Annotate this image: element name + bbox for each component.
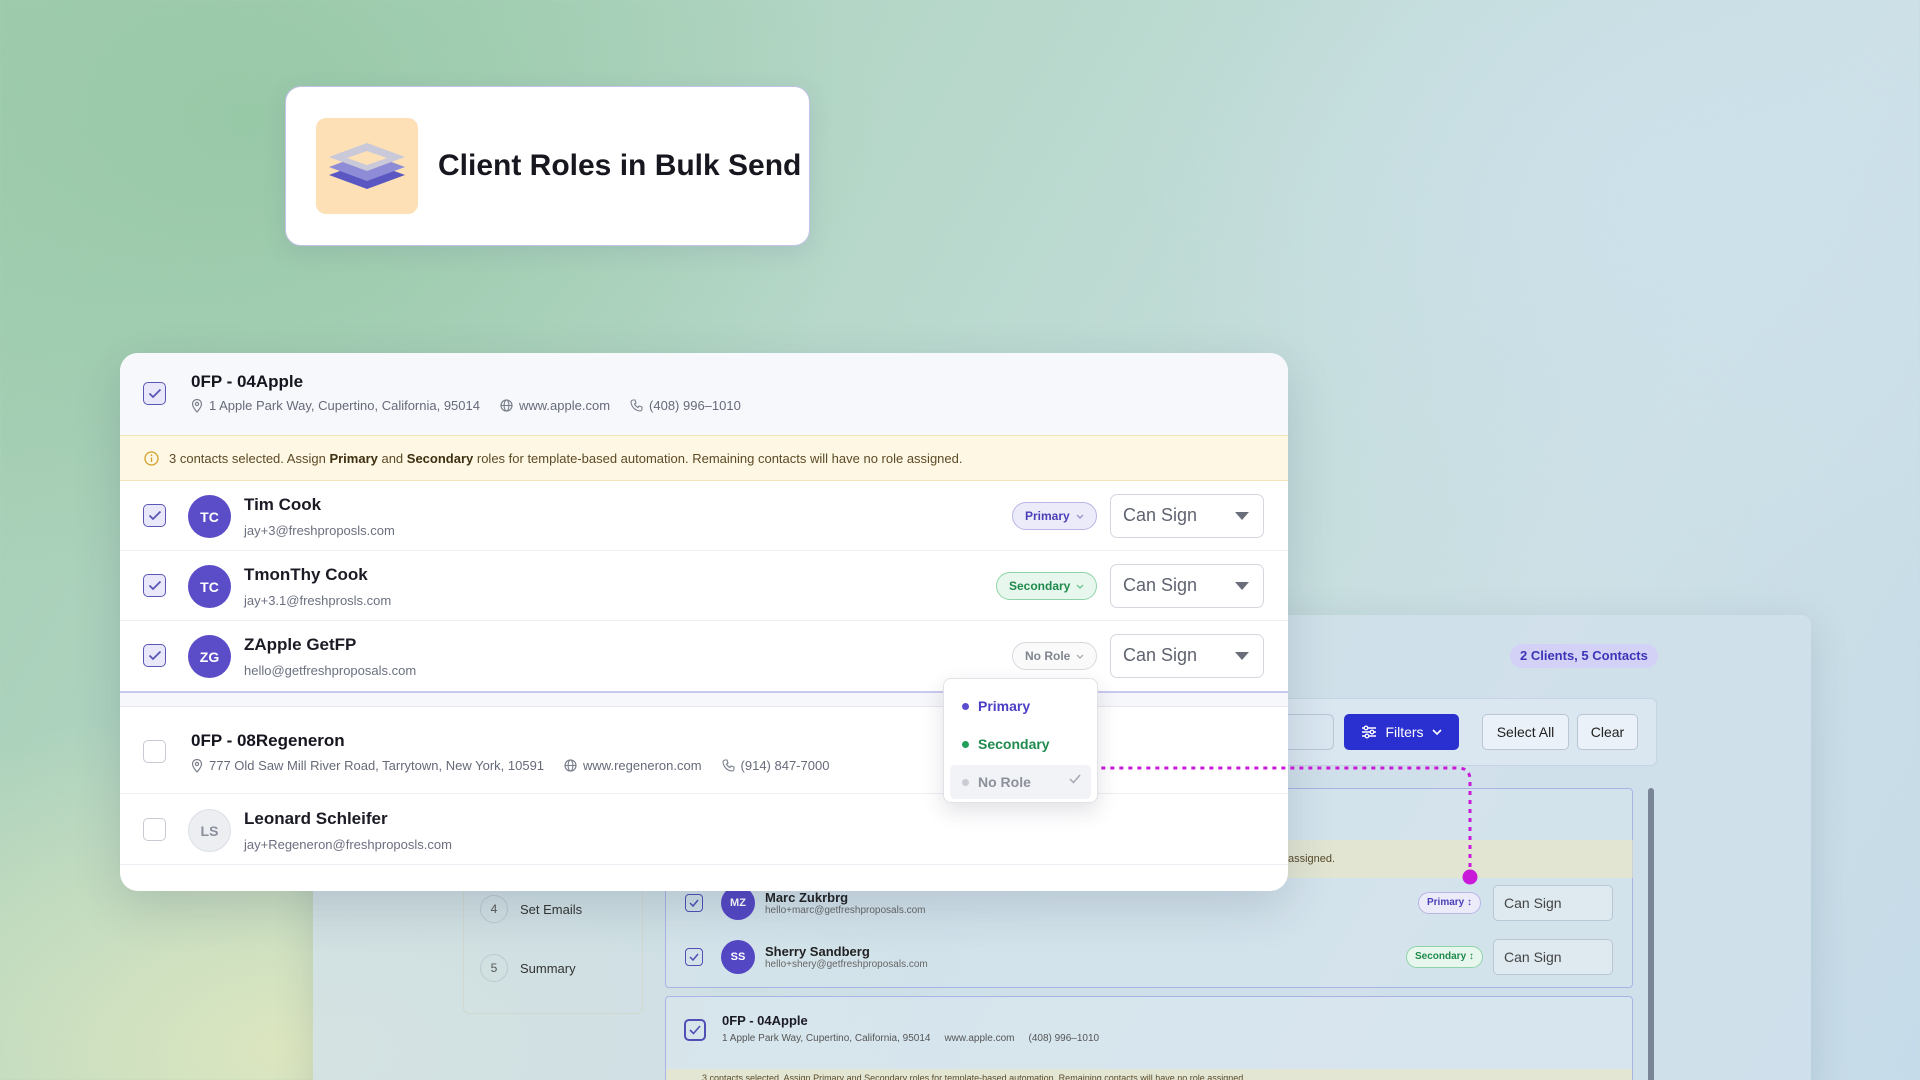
role-dropdown-menu: Primary Secondary No Role (943, 678, 1098, 803)
role-option-secondary[interactable]: Secondary (950, 727, 1091, 761)
dot-icon (962, 778, 969, 786)
check-icon (1069, 774, 1081, 784)
annotation-arrow (1067, 760, 1478, 885)
role-option-primary[interactable]: Primary (950, 689, 1091, 723)
role-option-no-role[interactable]: No Role (950, 765, 1091, 799)
dot-icon (962, 740, 969, 748)
dot-icon (962, 702, 969, 710)
